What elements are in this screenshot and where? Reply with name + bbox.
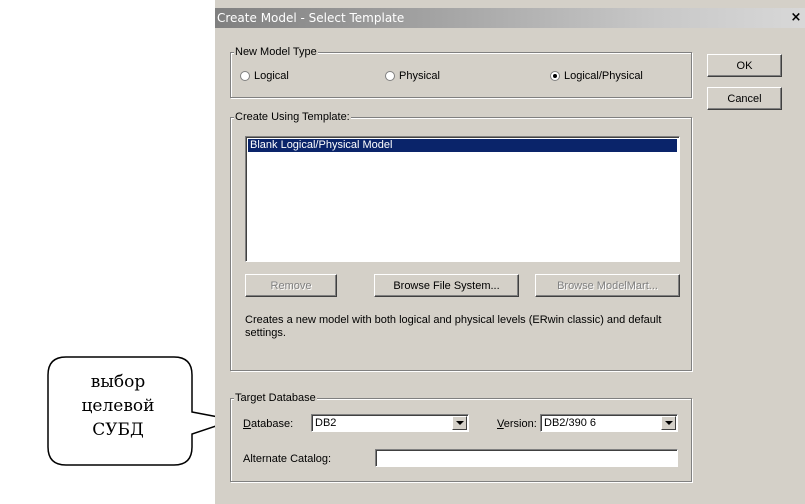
title-bar[interactable]: Create Model - Select Template × — [215, 8, 805, 28]
alternate-catalog-input[interactable] — [375, 449, 678, 467]
radio-icon — [550, 71, 560, 81]
version-label: Version: — [497, 418, 537, 430]
target-database-legend: Target Database — [234, 392, 317, 404]
version-value: DB2/390 6 — [544, 417, 596, 429]
chevron-down-icon[interactable] — [661, 416, 676, 430]
database-select[interactable]: DB2 — [311, 414, 469, 432]
browse-file-system-button[interactable]: Browse File System... — [374, 274, 519, 297]
template-listbox[interactable]: Blank Logical/Physical Model — [245, 136, 680, 262]
target-database-group: Target Database — [230, 392, 692, 482]
callout-text: выбор целевой СУБД — [68, 370, 168, 442]
callout-line-2: целевой — [81, 396, 155, 416]
new-model-type-group: New Model Type Logical Physical Logical/… — [230, 46, 692, 98]
list-item[interactable]: Blank Logical/Physical Model — [248, 139, 677, 152]
radio-logical-label: Logical — [254, 70, 289, 82]
radio-physical[interactable]: Physical — [385, 70, 440, 82]
template-description: Creates a new model with both logical an… — [245, 314, 662, 339]
callout-line-1: выбор — [90, 372, 146, 392]
alternate-catalog-label: Alternate Catalog: — [243, 453, 332, 465]
radio-physical-label: Physical — [399, 70, 440, 82]
window-title: Create Model - Select Template — [217, 11, 405, 25]
radio-logical-physical-label: Logical/Physical — [564, 70, 643, 82]
ok-button[interactable]: OK — [707, 54, 782, 77]
browse-modelmart-button[interactable]: Browse ModelMart... — [535, 274, 680, 297]
cancel-button[interactable]: Cancel — [707, 87, 782, 110]
database-label: Database: — [243, 418, 294, 430]
chevron-down-icon[interactable] — [452, 416, 467, 430]
template-legend: Create Using Template: — [234, 111, 351, 123]
radio-icon — [385, 71, 395, 81]
remove-button[interactable]: Remove — [245, 274, 337, 297]
version-select[interactable]: DB2/390 6 — [540, 414, 678, 432]
callout-line-3: СУБД — [92, 420, 144, 440]
radio-logical-physical[interactable]: Logical/Physical — [550, 70, 643, 82]
close-icon[interactable]: × — [789, 11, 803, 25]
database-value: DB2 — [315, 417, 337, 429]
new-model-type-legend: New Model Type — [234, 46, 318, 58]
create-model-dialog: Create Model - Select Template × New Mod… — [215, 0, 805, 504]
radio-icon — [240, 71, 250, 81]
radio-logical[interactable]: Logical — [240, 70, 289, 82]
